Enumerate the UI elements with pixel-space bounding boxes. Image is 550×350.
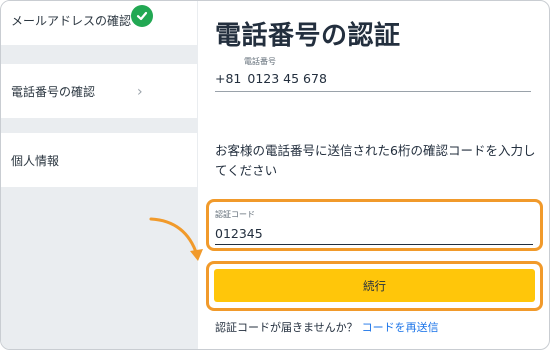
signup-window: メールアドレスの確認 電話番号の確認 › 個人情報 電話番号の認証 電話番号 +… xyxy=(0,0,550,350)
sidebar-item-label: 電話番号の確認 xyxy=(11,84,96,99)
verification-code-input[interactable]: 012345 xyxy=(215,226,263,241)
sidebar-item-personal-info[interactable]: 個人情報 xyxy=(1,133,197,187)
annotation-arrow-icon xyxy=(149,217,203,261)
page-title: 電話番号の認証 xyxy=(215,21,401,51)
resend-code-link[interactable]: コードを再送信 xyxy=(362,321,439,334)
country-code: +81 xyxy=(215,71,242,86)
progress-sidebar: メールアドレスの確認 電話番号の確認 › 個人情報 xyxy=(1,1,198,349)
instruction-text: お客様の電話番号に送信された6桁の確認コードを入力してください xyxy=(215,143,536,178)
phone-field-underline xyxy=(215,91,531,92)
phone-field[interactable]: +81 0123 45 678 xyxy=(215,71,327,86)
phone-number-value: 0123 45 678 xyxy=(247,71,327,86)
sidebar-item-label: 個人情報 xyxy=(11,153,60,168)
chevron-right-icon: › xyxy=(137,84,143,100)
continue-button[interactable]: 続行 xyxy=(214,269,535,302)
sidebar-item-email-verification[interactable]: メールアドレスの確認 xyxy=(1,1,197,45)
resend-prompt: 認証コードが届きませんか？ xyxy=(215,321,358,334)
code-field-underline xyxy=(215,244,533,245)
code-field-label: 認証コード xyxy=(215,210,255,219)
check-circle-icon xyxy=(131,5,153,27)
resend-row: 認証コードが届きませんか？ コードを再送信 xyxy=(215,319,439,335)
phone-field-label: 電話番号 xyxy=(244,57,276,66)
sidebar-item-phone-verification[interactable]: 電話番号の確認 › xyxy=(1,64,197,118)
sidebar-item-label: メールアドレスの確認 xyxy=(11,13,132,28)
